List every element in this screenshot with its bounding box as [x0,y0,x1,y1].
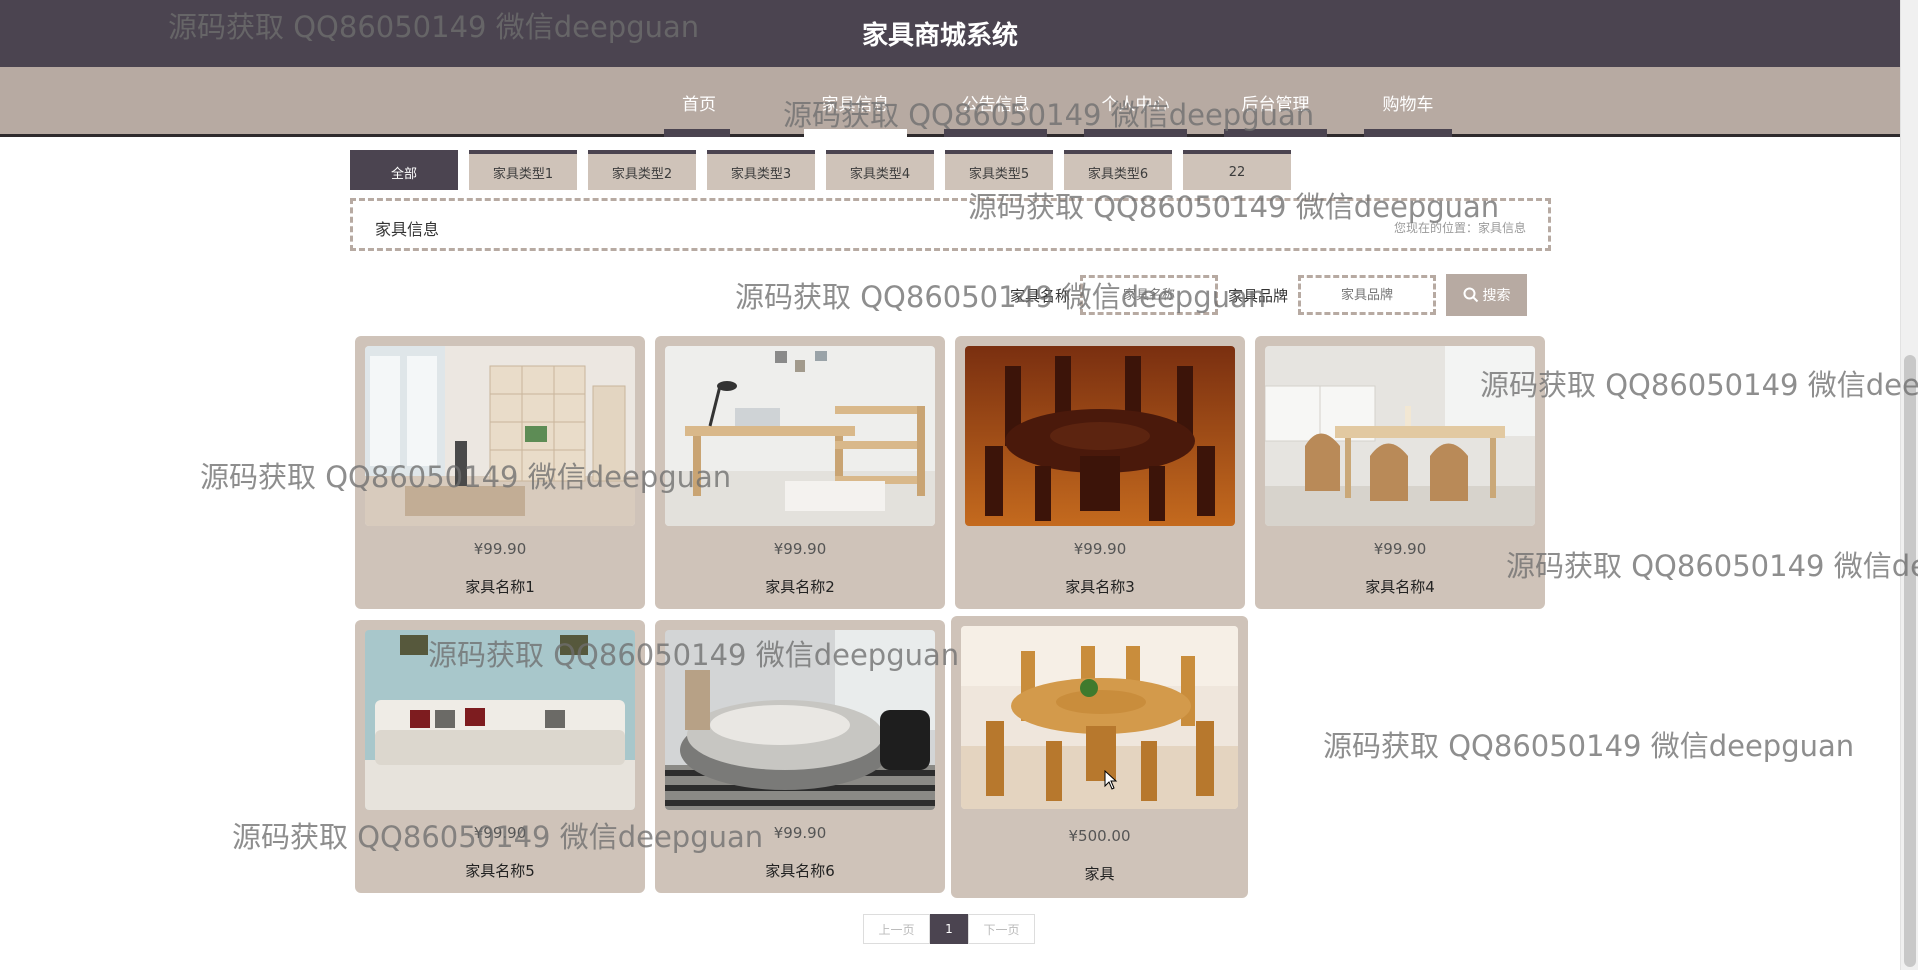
product-card[interactable]: ¥99.90 家具名称1 [355,336,645,609]
page-scrollbar[interactable] [1900,0,1918,970]
product-image [665,630,935,810]
filter-type-3[interactable]: 家具类型3 [707,150,815,190]
breadcrumb: 您现在的位置：家具信息 [1393,221,1526,235]
watermark: 源码获取 QQ86050149 微信deepguan [1506,549,1918,583]
search-button[interactable]: 搜索 [1446,274,1528,316]
name-search-input[interactable] [1080,275,1219,315]
prev-page-button[interactable]: 上一页 [863,914,930,944]
search-bar: 家具名称 家具品牌 搜索 [1010,274,1528,316]
search-button-label: 搜索 [1482,287,1511,303]
product-name: 家具名称2 [765,578,835,596]
section-header: 家具信息 您现在的位置：家具信息 [350,198,1551,251]
filter-type-22[interactable]: 22 [1183,150,1291,190]
product-card[interactable]: ¥99.90 家具名称2 [655,336,945,609]
scrollbar-thumb[interactable] [1904,355,1916,967]
nav-profile[interactable]: 个人中心 [1084,67,1187,137]
nav-admin-label: 后台管理 [1241,94,1310,115]
nav-underline [1364,129,1452,137]
mouse-cursor-icon [1104,770,1118,790]
product-name: 家具 [1084,865,1115,883]
nav-admin[interactable]: 后台管理 [1224,67,1327,137]
product-name: 家具名称1 [465,578,535,596]
product-name: 家具名称3 [1065,578,1135,596]
nav-underline [1224,129,1327,137]
nav-home[interactable]: 首页 [664,67,734,137]
product-image [961,626,1238,809]
product-card[interactable]: ¥99.90 家具名称5 [355,620,645,893]
nav-furniture-info-label: 家具信息 [821,94,890,115]
nav-announcements-label: 公告信息 [961,94,1030,115]
nav-underline-active [804,129,907,137]
filter-all[interactable]: 全部 [350,150,458,190]
brand-search-input[interactable] [1298,275,1437,315]
product-image [665,346,935,526]
filter-type-5[interactable]: 家具类型5 [945,150,1053,190]
product-price: ¥99.90 [773,540,827,558]
product-image [1265,346,1535,526]
nav-profile-label: 个人中心 [1101,94,1170,115]
product-name: 家具名称5 [465,862,535,880]
site-title: 家具商城系统 [861,21,1018,51]
nav-furniture-info[interactable]: 家具信息 [804,67,907,137]
product-price: ¥99.90 [1373,540,1427,558]
nav-cart[interactable]: 购物车 [1364,67,1452,137]
product-card[interactable]: ¥99.90 家具名称3 [955,336,1245,609]
product-card[interactable]: ¥99.90 家具名称4 [1255,336,1545,609]
current-page-button[interactable]: 1 [930,914,968,944]
product-name: 家具名称4 [1365,578,1435,596]
brand-search-label: 家具品牌 [1228,286,1289,305]
filter-type-6[interactable]: 家具类型6 [1064,150,1172,190]
nav-underline [664,129,730,137]
search-icon [1463,287,1478,303]
nav-cart-label: 购物车 [1382,94,1434,115]
product-price: ¥99.90 [1073,540,1127,558]
nav-underline [1084,129,1187,137]
nav-underline [944,129,1047,137]
product-image [365,346,635,526]
product-card[interactable]: ¥500.00 家具 [951,616,1248,898]
nav-announcements[interactable]: 公告信息 [944,67,1047,137]
product-price: ¥99.90 [473,824,527,842]
product-image [965,346,1235,526]
product-image [365,630,635,810]
watermark: 源码获取 QQ86050149 微信deepguan [1480,368,1918,402]
product-card[interactable]: ¥99.90 家具名称6 [655,620,945,893]
nav-home-label: 首页 [682,94,716,115]
next-page-button[interactable]: 下一页 [968,914,1035,944]
main-nav: 首页 家具信息 公告信息 个人中心 后台管理 购物车 [0,67,1900,137]
page-title: 家具信息 [375,220,440,239]
top-header: 家具商城系统 [0,0,1900,67]
product-price: ¥99.90 [473,540,527,558]
filter-type-1[interactable]: 家具类型1 [469,150,577,190]
filter-type-2[interactable]: 家具类型2 [588,150,696,190]
watermark: 源码获取 QQ86050149 微信deepguan [1323,729,1855,763]
filter-type-4[interactable]: 家具类型4 [826,150,934,190]
category-filters: 全部 家具类型1 家具类型2 家具类型3 家具类型4 家具类型5 家具类型6 2… [350,150,1302,190]
pagination: 上一页 1 下一页 [863,914,1035,944]
product-price: ¥99.90 [773,824,827,842]
name-search-label: 家具名称 [1010,286,1071,305]
product-name: 家具名称6 [765,862,835,880]
product-price: ¥500.00 [1068,827,1131,845]
